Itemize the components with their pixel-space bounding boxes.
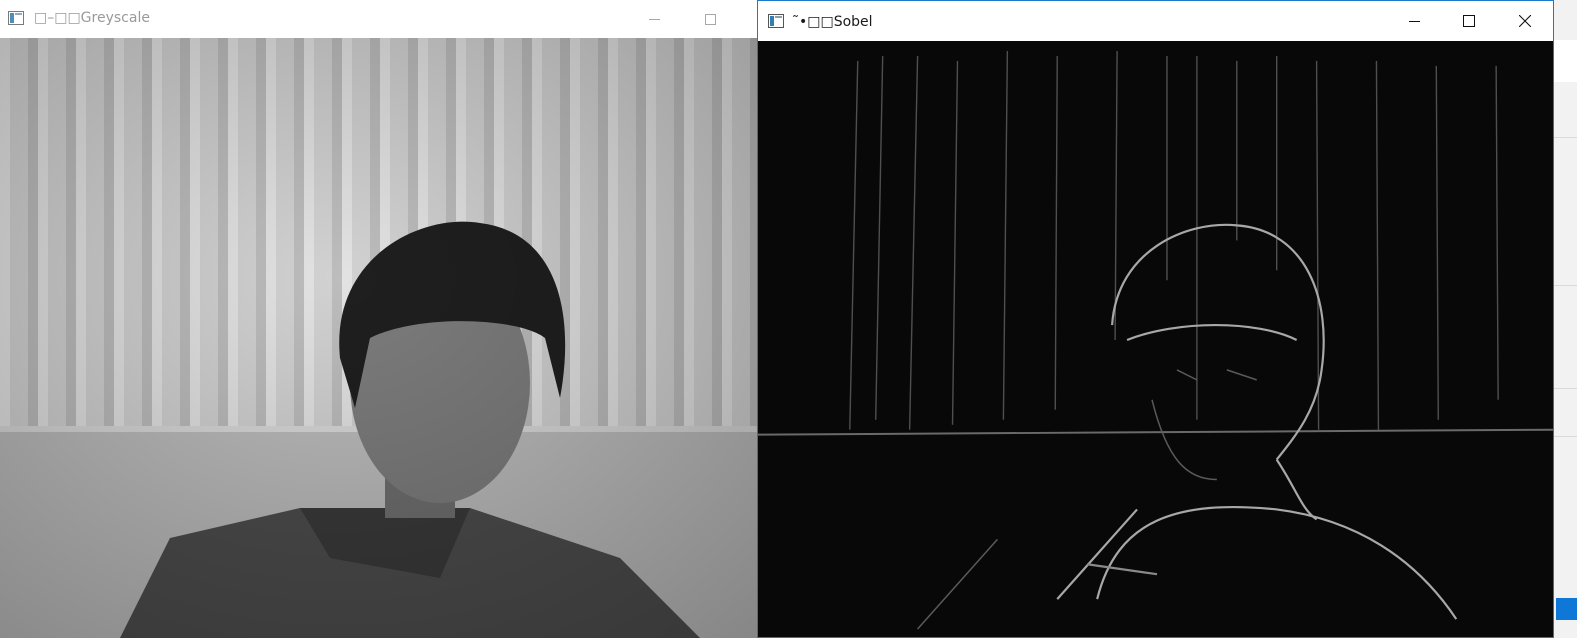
sobel-minimize-button[interactable] <box>1391 1 1437 41</box>
greyscale-maximize-button[interactable] <box>687 0 733 38</box>
sobel-video-frame <box>758 41 1553 637</box>
app-window-icon <box>768 13 784 28</box>
sobel-maximize-button[interactable] <box>1446 1 1492 41</box>
maximize-icon <box>704 10 716 29</box>
sobel-close-button[interactable] <box>1502 1 1548 41</box>
background-divider <box>1554 285 1577 286</box>
background-window <box>1554 0 1577 638</box>
greyscale-titlebar[interactable]: □–□□Greyscale <box>0 0 757 38</box>
sobel-window-title: ˜•□□Sobel <box>792 14 873 30</box>
maximize-icon <box>1463 12 1475 31</box>
app-window-icon <box>8 10 24 25</box>
greyscale-window-title: □–□□Greyscale <box>34 10 150 26</box>
minimize-icon <box>648 10 660 29</box>
background-window-panel <box>1554 40 1577 82</box>
background-divider <box>1554 388 1577 389</box>
greyscale-video-frame <box>0 38 757 638</box>
greyscale-window: □–□□Greyscale <box>0 0 757 638</box>
sobel-window: ˜•□□Sobel <box>757 0 1554 638</box>
greyscale-minimize-button[interactable] <box>631 0 677 38</box>
minimize-icon <box>1408 12 1420 31</box>
background-divider <box>1554 436 1577 437</box>
background-selection-chip <box>1556 598 1577 620</box>
background-divider <box>1554 137 1577 138</box>
sobel-titlebar[interactable]: ˜•□□Sobel <box>758 1 1553 41</box>
close-icon <box>1518 12 1532 31</box>
